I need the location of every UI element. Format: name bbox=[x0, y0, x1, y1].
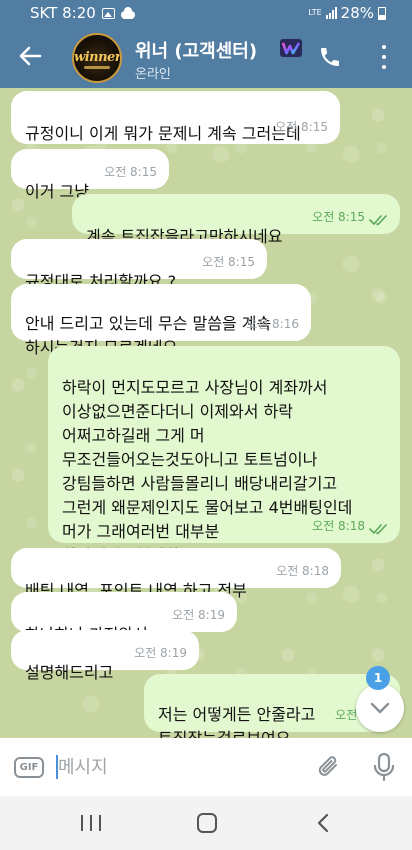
system-navigation-bar bbox=[0, 796, 412, 850]
chat-area[interactable]: 규정이니 이게 뭐가 문제니 계속 그러는데 오전 8:15 이거 그냥 오전 … bbox=[0, 88, 412, 738]
battery-icon bbox=[378, 6, 386, 20]
carrier-time: SKT 8:20 bbox=[30, 4, 96, 22]
incoming-message[interactable]: 규정대로 처리할까요 ? 오전 8:15 bbox=[11, 239, 267, 291]
double-check-icon bbox=[369, 215, 387, 226]
avatar[interactable]: winner bbox=[72, 33, 122, 83]
paperclip-icon[interactable] bbox=[316, 754, 342, 780]
double-check-icon bbox=[369, 524, 387, 535]
message-input-bar: GIF bbox=[0, 738, 412, 796]
incoming-message[interactable]: 안내 드리고 있는데 무슨 말씀을 계속 하시는건지 모르겟네요 오전 8:16 bbox=[11, 284, 311, 357]
incoming-message[interactable]: 이거 그냥 오전 8:15 bbox=[11, 149, 169, 201]
status-bar-left: SKT 8:20 bbox=[30, 4, 135, 22]
message-time: 오전 8:15 bbox=[202, 255, 255, 269]
incoming-message[interactable]: 설명해드리고 오전 8:19 bbox=[11, 630, 199, 682]
status-bar-right: LTE 28% bbox=[308, 4, 386, 22]
more-vertical-icon[interactable] bbox=[380, 45, 388, 69]
w-badge-icon bbox=[280, 39, 302, 57]
outgoing-message[interactable]: 하락이 먼지도모르고 사장님이 계좌까서 이상없으면준다더니 이제와서 하락 어… bbox=[48, 346, 400, 565]
microphone-icon[interactable] bbox=[372, 752, 396, 782]
message-time: 오전 8:16 bbox=[246, 317, 299, 331]
message-time: 오전 8:19 bbox=[172, 608, 225, 622]
message-time: 오전 8:19 bbox=[134, 646, 187, 660]
message-time: 오전 8:18 bbox=[276, 564, 329, 578]
network-type: LTE bbox=[308, 8, 322, 17]
gif-button[interactable]: GIF bbox=[14, 757, 44, 778]
phone-icon[interactable] bbox=[318, 45, 342, 69]
message-time: 오전 8:15 bbox=[104, 165, 157, 179]
home-icon[interactable] bbox=[197, 813, 217, 833]
message-time: 오전 8:15 bbox=[312, 210, 365, 224]
avatar-logo-underline bbox=[84, 66, 110, 69]
message-time: 오전 8:18 bbox=[312, 519, 365, 533]
signal-icon bbox=[325, 7, 337, 19]
status-bar: SKT 8:20 LTE 28% bbox=[0, 0, 412, 26]
scroll-down-button[interactable] bbox=[356, 684, 404, 732]
arrow-left-icon[interactable] bbox=[16, 42, 44, 70]
message-text: 하락이 먼지도모르고 사장님이 계좌까서 이상없으면준다더니 이제와서 하락 어… bbox=[62, 378, 353, 565]
back-icon[interactable] bbox=[316, 813, 330, 833]
incoming-message[interactable]: 하나하나 가져와서 오전 8:19 bbox=[11, 592, 237, 644]
message-input[interactable] bbox=[58, 752, 298, 782]
recents-icon[interactable] bbox=[81, 815, 101, 831]
battery-level: 28% bbox=[340, 4, 374, 22]
incoming-message[interactable]: 배팅 내역, 포인트 내역 하고 전부 오전 8:18 bbox=[11, 548, 341, 600]
avatar-logo-text: winner bbox=[74, 50, 122, 65]
gallery-notification-icon bbox=[101, 7, 115, 19]
cloud-notification-icon bbox=[120, 7, 135, 19]
outgoing-message[interactable]: 계속 트집잡을라고만하시네요 오전 8:15 bbox=[72, 194, 400, 246]
chat-header: winner 위너 (고객센터) 온라인 bbox=[0, 26, 412, 88]
chevron-down-icon bbox=[370, 702, 390, 714]
incoming-message[interactable]: 규정이니 이게 뭐가 문제니 계속 그러는데 오전 8:15 bbox=[11, 91, 340, 144]
contact-status: 온라인 bbox=[135, 67, 171, 82]
unread-count-badge[interactable]: 1 bbox=[366, 666, 390, 690]
contact-name[interactable]: 위너 (고객센터) bbox=[135, 37, 257, 63]
message-time: 오전 8:15 bbox=[275, 120, 328, 134]
